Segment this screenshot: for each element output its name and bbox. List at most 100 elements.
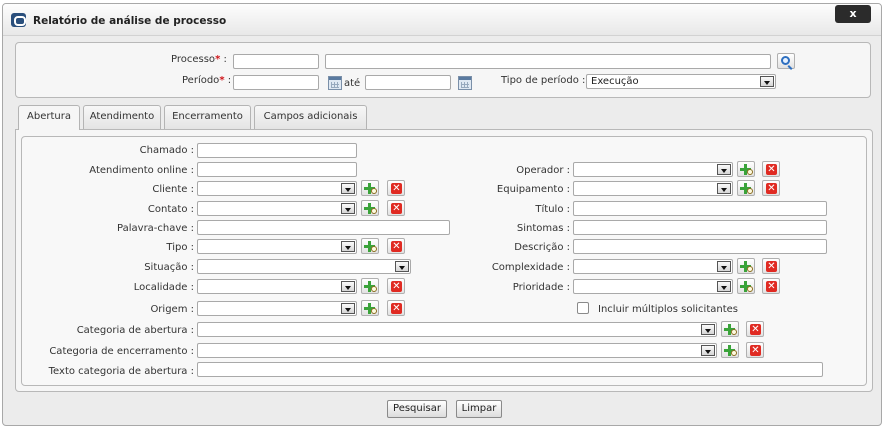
chevron-down-icon [717, 164, 731, 175]
contato-select[interactable] [197, 201, 357, 216]
atendimento-online-input[interactable] [197, 162, 357, 177]
remove-icon: ✕ [750, 324, 761, 335]
tipo-select[interactable] [197, 239, 357, 254]
categoria-encerramento-select[interactable] [197, 343, 717, 358]
tipo-add-button[interactable] [361, 238, 379, 254]
operador-select[interactable] [573, 162, 733, 177]
chevron-down-icon [341, 303, 355, 314]
remove-icon: ✕ [391, 183, 402, 194]
remove-icon: ✕ [750, 345, 761, 356]
remove-icon: ✕ [391, 281, 402, 292]
localidade-select[interactable] [197, 279, 357, 294]
search-icon [747, 169, 753, 175]
sintomas-input[interactable] [573, 220, 827, 235]
app-icon [11, 13, 26, 27]
periodo-end-input[interactable] [365, 75, 451, 90]
equipamento-label: Equipamento : [496, 184, 570, 195]
chevron-down-icon [395, 261, 409, 272]
localidade-remove-button[interactable]: ✕ [387, 278, 405, 294]
categoria-abertura-label: Categoria de abertura : [76, 325, 194, 336]
periodo-label: Período* : [182, 75, 232, 86]
chevron-down-icon [701, 345, 715, 356]
atendimento-online-label: Atendimento online : [89, 165, 194, 176]
remove-icon: ✕ [391, 203, 402, 214]
contato-label: Contato : [147, 204, 194, 215]
search-icon [731, 350, 737, 356]
descricao-input[interactable] [573, 239, 827, 254]
prioridade-add-button[interactable] [737, 278, 755, 294]
cliente-add-button[interactable] [361, 180, 379, 196]
calendar-icon[interactable] [328, 76, 342, 90]
contato-remove-button[interactable]: ✕ [387, 200, 405, 216]
search-icon [371, 308, 377, 314]
prioridade-remove-button[interactable]: ✕ [762, 278, 780, 294]
origem-select[interactable] [197, 301, 357, 316]
tipo-remove-button[interactable]: ✕ [387, 238, 405, 254]
equipamento-remove-button[interactable]: ✕ [762, 180, 780, 196]
tab-abertura[interactable]: Abertura [18, 105, 80, 130]
contato-add-button[interactable] [361, 200, 379, 216]
chevron-down-icon [717, 183, 731, 194]
origem-add-button[interactable] [361, 300, 379, 316]
cliente-select[interactable] [197, 181, 357, 196]
palavra-chave-input[interactable] [197, 220, 450, 235]
operador-label: Operador : [516, 165, 570, 176]
search-icon [371, 246, 377, 252]
tipo-periodo-select[interactable]: Execução [586, 74, 776, 89]
report-dialog: Relatório de análise de processo x Proce… [2, 3, 882, 426]
palavra-chave-label: Palavra-chave : [117, 223, 194, 234]
search-icon [747, 286, 753, 292]
pesquisar-button[interactable]: Pesquisar [387, 400, 447, 418]
situacao-select[interactable] [197, 259, 411, 274]
remove-icon: ✕ [766, 164, 777, 175]
complexidade-label: Complexidade : [491, 262, 570, 273]
cliente-remove-button[interactable]: ✕ [387, 180, 405, 196]
categoria-abertura-remove-button[interactable]: ✕ [746, 321, 764, 337]
search-icon [371, 208, 377, 214]
chevron-down-icon [717, 281, 731, 292]
close-button[interactable]: x [835, 5, 871, 23]
chamado-input[interactable] [197, 143, 357, 158]
origem-label: Origem : [150, 304, 194, 315]
texto-categoria-abertura-input[interactable] [197, 362, 823, 377]
search-icon [371, 286, 377, 292]
operador-remove-button[interactable]: ✕ [762, 161, 780, 177]
prioridade-select[interactable] [573, 279, 733, 294]
processo-name-input[interactable] [325, 54, 771, 69]
processo-search-button[interactable] [777, 53, 795, 69]
ate-label: até [344, 78, 361, 89]
tab-encerramento[interactable]: Encerramento [164, 105, 251, 129]
categoria-encerramento-label: Categoria de encerramento : [49, 346, 194, 357]
chevron-down-icon [701, 324, 715, 335]
title-bar: Relatório de análise de processo x [3, 4, 881, 36]
complexidade-select[interactable] [573, 259, 733, 274]
categoria-abertura-select[interactable] [197, 322, 717, 337]
tab-campos-adicionais[interactable]: Campos adicionais [254, 105, 367, 129]
origem-remove-button[interactable]: ✕ [387, 300, 405, 316]
calendar-icon[interactable] [458, 76, 472, 90]
search-icon [747, 188, 753, 194]
remove-icon: ✕ [766, 183, 777, 194]
remove-icon: ✕ [766, 281, 777, 292]
complexidade-remove-button[interactable]: ✕ [762, 258, 780, 274]
titulo-input[interactable] [573, 201, 827, 216]
categoria-encerramento-remove-button[interactable]: ✕ [746, 342, 764, 358]
processo-label: Processo* : [171, 54, 227, 65]
equipamento-add-button[interactable] [737, 180, 755, 196]
equipamento-select[interactable] [573, 181, 733, 196]
processo-code-input[interactable] [233, 54, 319, 69]
tipo-periodo-label: Tipo de período : [501, 75, 586, 86]
tab-atendimento[interactable]: Atendimento [83, 105, 161, 129]
tipo-label: Tipo : [166, 242, 194, 253]
categoria-abertura-add-button[interactable] [721, 321, 739, 337]
limpar-button[interactable]: Limpar [456, 400, 502, 418]
complexidade-add-button[interactable] [737, 258, 755, 274]
categoria-encerramento-add-button[interactable] [721, 342, 739, 358]
periodo-start-input[interactable] [233, 75, 319, 90]
incluir-multiplos-checkbox[interactable] [577, 302, 589, 314]
dialog-title: Relatório de análise de processo [33, 15, 227, 27]
chevron-down-icon [341, 203, 355, 214]
localidade-add-button[interactable] [361, 278, 379, 294]
operador-add-button[interactable] [737, 161, 755, 177]
titulo-label: Título : [535, 204, 570, 215]
